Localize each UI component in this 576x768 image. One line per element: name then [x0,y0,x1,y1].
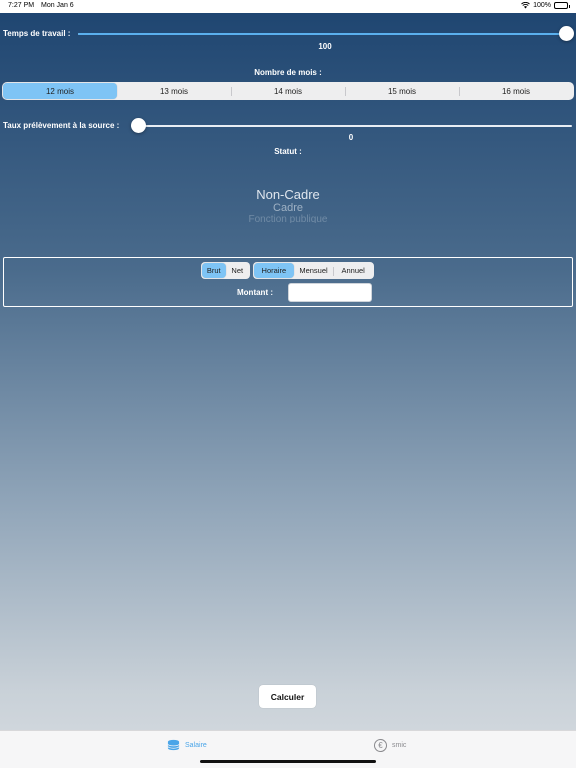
tax-rate-slider[interactable] [131,118,572,133]
work-time-slider[interactable] [78,26,574,41]
status-label: Statut : [274,147,302,156]
months-option-13[interactable]: 13 mois [117,83,231,99]
period-mensuel[interactable]: Mensuel [294,263,334,278]
status-option-non-cadre[interactable]: Non-Cadre [0,187,576,202]
work-time-value: 100 [318,42,332,51]
tab-smic-label: smic [392,742,407,749]
status-date: Mon Jan 6 [41,2,74,9]
months-option-12[interactable]: 12 mois [3,83,117,99]
salary-type-brut[interactable]: Brut [202,263,226,278]
status-time: 7:27 PM [8,2,35,9]
amount-label: Montant : [237,288,273,297]
battery-icon [554,2,570,9]
status-option-fonction-publique[interactable]: Fonction publique [0,214,576,223]
salary-type-net[interactable]: Net [226,263,250,278]
status-bar: 7:27 PM Mon Jan 6 100% [0,0,576,13]
work-time-slider-fill [78,33,566,35]
months-option-14[interactable]: 14 mois [231,83,345,99]
tab-smic[interactable]: € smic [374,739,406,752]
tax-rate-label: Taux prélèvement à la source : [3,121,120,130]
tab-salaire-label: Salaire [185,741,207,749]
period-annuel[interactable]: Annuel [333,263,373,278]
tax-rate-slider-thumb[interactable] [131,118,146,133]
tab-salaire[interactable]: Salaire [167,739,207,751]
calculate-button[interactable]: Calculer [259,685,316,708]
battery-percent: 100% [533,2,551,9]
tax-rate-value: 0 [348,133,354,142]
euro-icon: € [374,739,387,752]
home-indicator [200,760,376,763]
work-time-slider-thumb[interactable] [559,26,574,41]
coins-icon [167,739,180,751]
wifi-icon [521,2,530,9]
months-option-16[interactable]: 16 mois [459,83,573,99]
period-horaire[interactable]: Horaire [254,263,294,278]
salary-type-segmented-control: Brut Net [201,262,250,279]
period-segmented-control: Horaire Mensuel Annuel [253,262,374,279]
work-time-label: Temps de travail : [3,29,71,38]
status-indicators: 100% [521,2,570,9]
months-label: Nombre de mois : [254,68,322,77]
months-segmented-control: 12 mois 13 mois 14 mois 15 mois 16 mois [2,82,574,100]
status-option-cadre[interactable]: Cadre [0,202,576,214]
months-option-15[interactable]: 15 mois [345,83,459,99]
amount-input[interactable] [288,283,372,302]
